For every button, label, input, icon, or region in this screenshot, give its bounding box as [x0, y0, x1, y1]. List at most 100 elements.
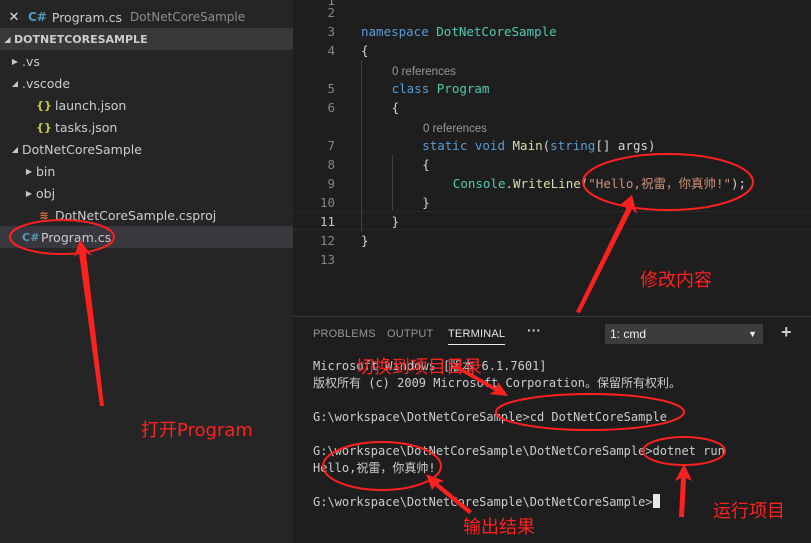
code-line: 10}	[293, 193, 811, 212]
annotation-modify-content: 修改内容	[640, 270, 712, 291]
terminal-select-value: 1: cmd	[610, 327, 647, 341]
tree-item-label: launch.json	[55, 97, 127, 113]
more-actions-icon[interactable]: ···	[527, 322, 541, 338]
code-line: 3 namespace DotNetCoreSample	[293, 22, 811, 41]
terminal-select[interactable]: 1: cmd ▼	[605, 324, 763, 344]
tree-item[interactable]: ◢ .vscode	[0, 72, 293, 94]
tree-item-label: DotNetCoreSample.csproj	[55, 207, 217, 223]
project-section-header[interactable]: ◢ DOTNETCORESAMPLE	[0, 28, 293, 50]
code-line: 11}	[293, 212, 811, 231]
tab-output[interactable]: OUTPUT	[387, 328, 433, 340]
code-line: 9 Console.WriteLine("Hello,祝雷，你真帅!");	[293, 174, 811, 193]
codelens-references[interactable]: 0 references	[392, 65, 456, 80]
code-token: );	[731, 176, 747, 191]
terminal-text: G:\workspace\DotNetCoreSample\DotNetCore…	[313, 444, 725, 458]
code-line: 2	[293, 3, 811, 22]
json-file-icon: {}	[36, 120, 52, 134]
line-number: 3	[327, 24, 335, 39]
code-token: [] args)	[595, 138, 656, 153]
tree-item[interactable]: ◢ DotNetCoreSample	[0, 138, 293, 160]
chevron-right-icon: ▶	[25, 166, 33, 176]
chevron-right-icon: ▶	[11, 56, 19, 66]
code-token: {	[391, 100, 400, 115]
open-editor-folder: DotNetCoreSample	[129, 10, 246, 24]
annotation-open-program: 打开Program	[141, 420, 253, 441]
tree-item[interactable]: ▶ .vs	[0, 50, 293, 72]
close-icon[interactable]: ✕	[0, 10, 28, 25]
line-number: 11	[319, 214, 335, 229]
code-token: }	[391, 214, 400, 229]
code-token: .	[505, 176, 514, 191]
code-token: Program	[436, 81, 490, 96]
code-line: 7 static void Main(string[] args)	[293, 136, 811, 155]
code-line: 12}	[293, 231, 811, 250]
terminal-cursor	[652, 494, 660, 508]
file-tree: ▶ .vs ◢ .vscode{} launch.json{} tasks.json ◢ Do…	[0, 50, 293, 248]
open-editor-filename: Program.cs	[51, 9, 122, 25]
code-token: namespace	[361, 24, 429, 39]
chevron-right-icon: ▶	[25, 188, 33, 198]
add-terminal-icon[interactable]: +	[781, 322, 792, 343]
chevron-down-icon: ◢	[11, 78, 19, 88]
terminal-line: G:\workspace\DotNetCoreSample>cd DotNetC…	[313, 409, 667, 425]
open-editor-program[interactable]: ✕ C# Program.cs DotNetCoreSample	[0, 6, 293, 28]
chevron-down-icon: ◢	[4, 34, 11, 44]
tree-item[interactable]: C# Program.cs	[0, 226, 293, 248]
code-line: 4{	[293, 41, 811, 60]
tab-problems[interactable]: PROBLEMS	[313, 328, 376, 340]
code-token: {	[361, 43, 369, 58]
tree-item[interactable]: {} launch.json	[0, 94, 293, 116]
tree-item[interactable]: ▶ bin	[0, 160, 293, 182]
code-line: 13	[293, 250, 811, 269]
json-file-icon: {}	[36, 98, 52, 112]
tree-item-label: bin	[36, 163, 56, 179]
codelens-references[interactable]: 0 references	[423, 122, 487, 137]
tree-item-label: obj	[36, 185, 56, 201]
annotation-run-project: 运行项目	[713, 501, 785, 522]
terminal-line: Hello,祝雷，你真帅!	[313, 460, 436, 476]
tree-item-label: DotNetCoreSample	[22, 141, 142, 157]
explorer-sidebar: ✕ C# Program.cs DotNetCoreSample ◢ DOTNE…	[0, 0, 293, 543]
project-title: DOTNETCORESAMPLE	[14, 32, 148, 46]
csharp-file-icon: C#	[22, 230, 40, 244]
annotation-switch-dir: 切换到项目目录	[356, 357, 482, 378]
code-line: 5 class Program	[293, 79, 811, 98]
line-number: 9	[327, 176, 335, 191]
code-token: "Hello,祝雷，你真帅!"	[588, 176, 732, 191]
tree-item-label: .vs	[22, 53, 40, 69]
code-token: string	[550, 138, 596, 153]
line-number: 10	[319, 195, 335, 210]
code-token: }	[361, 233, 369, 248]
csharp-file-icon: C#	[28, 10, 47, 24]
code-token: DotNetCoreSample	[436, 24, 557, 39]
line-number: 13	[319, 252, 335, 267]
tree-item[interactable]: ≋ DotNetCoreSample.csproj	[0, 204, 293, 226]
panel-tabs: PROBLEMS OUTPUT TERMINAL ··· 1: cmd ▼ +	[293, 317, 811, 353]
indent-guide	[392, 155, 393, 210]
code-token: WriteLine	[513, 176, 581, 191]
code-editor[interactable]: 1 2 3 namespace DotNetCoreSample 4{5 class P…	[293, 0, 811, 316]
tree-item-label: tasks.json	[55, 119, 118, 135]
code-token: Main	[512, 138, 543, 153]
rss-icon: ≋	[39, 208, 49, 222]
chevron-down-icon: ▼	[748, 329, 757, 339]
tree-item[interactable]: {} tasks.json	[0, 116, 293, 138]
terminal-line: G:\workspace\DotNetCoreSample\DotNetCore…	[313, 494, 660, 510]
indent-guide	[361, 60, 362, 232]
line-number: 7	[327, 138, 335, 153]
tab-terminal[interactable]: TERMINAL	[448, 328, 506, 345]
code-token: {	[422, 157, 430, 172]
code-line: 6{	[293, 98, 811, 117]
line-number: 5	[327, 81, 335, 96]
terminal-text: Hello,祝雷，你真帅!	[313, 461, 436, 475]
code-token: Console	[452, 176, 506, 191]
line-number: 2	[327, 5, 335, 20]
tree-item-label: .vscode	[22, 75, 71, 91]
terminal-text: G:\workspace\DotNetCoreSample\DotNetCore…	[313, 495, 653, 509]
tree-item[interactable]: ▶ obj	[0, 182, 293, 204]
line-number: 8	[327, 157, 335, 172]
terminal-text: G:\workspace\DotNetCoreSample>cd DotNetC…	[313, 410, 668, 424]
